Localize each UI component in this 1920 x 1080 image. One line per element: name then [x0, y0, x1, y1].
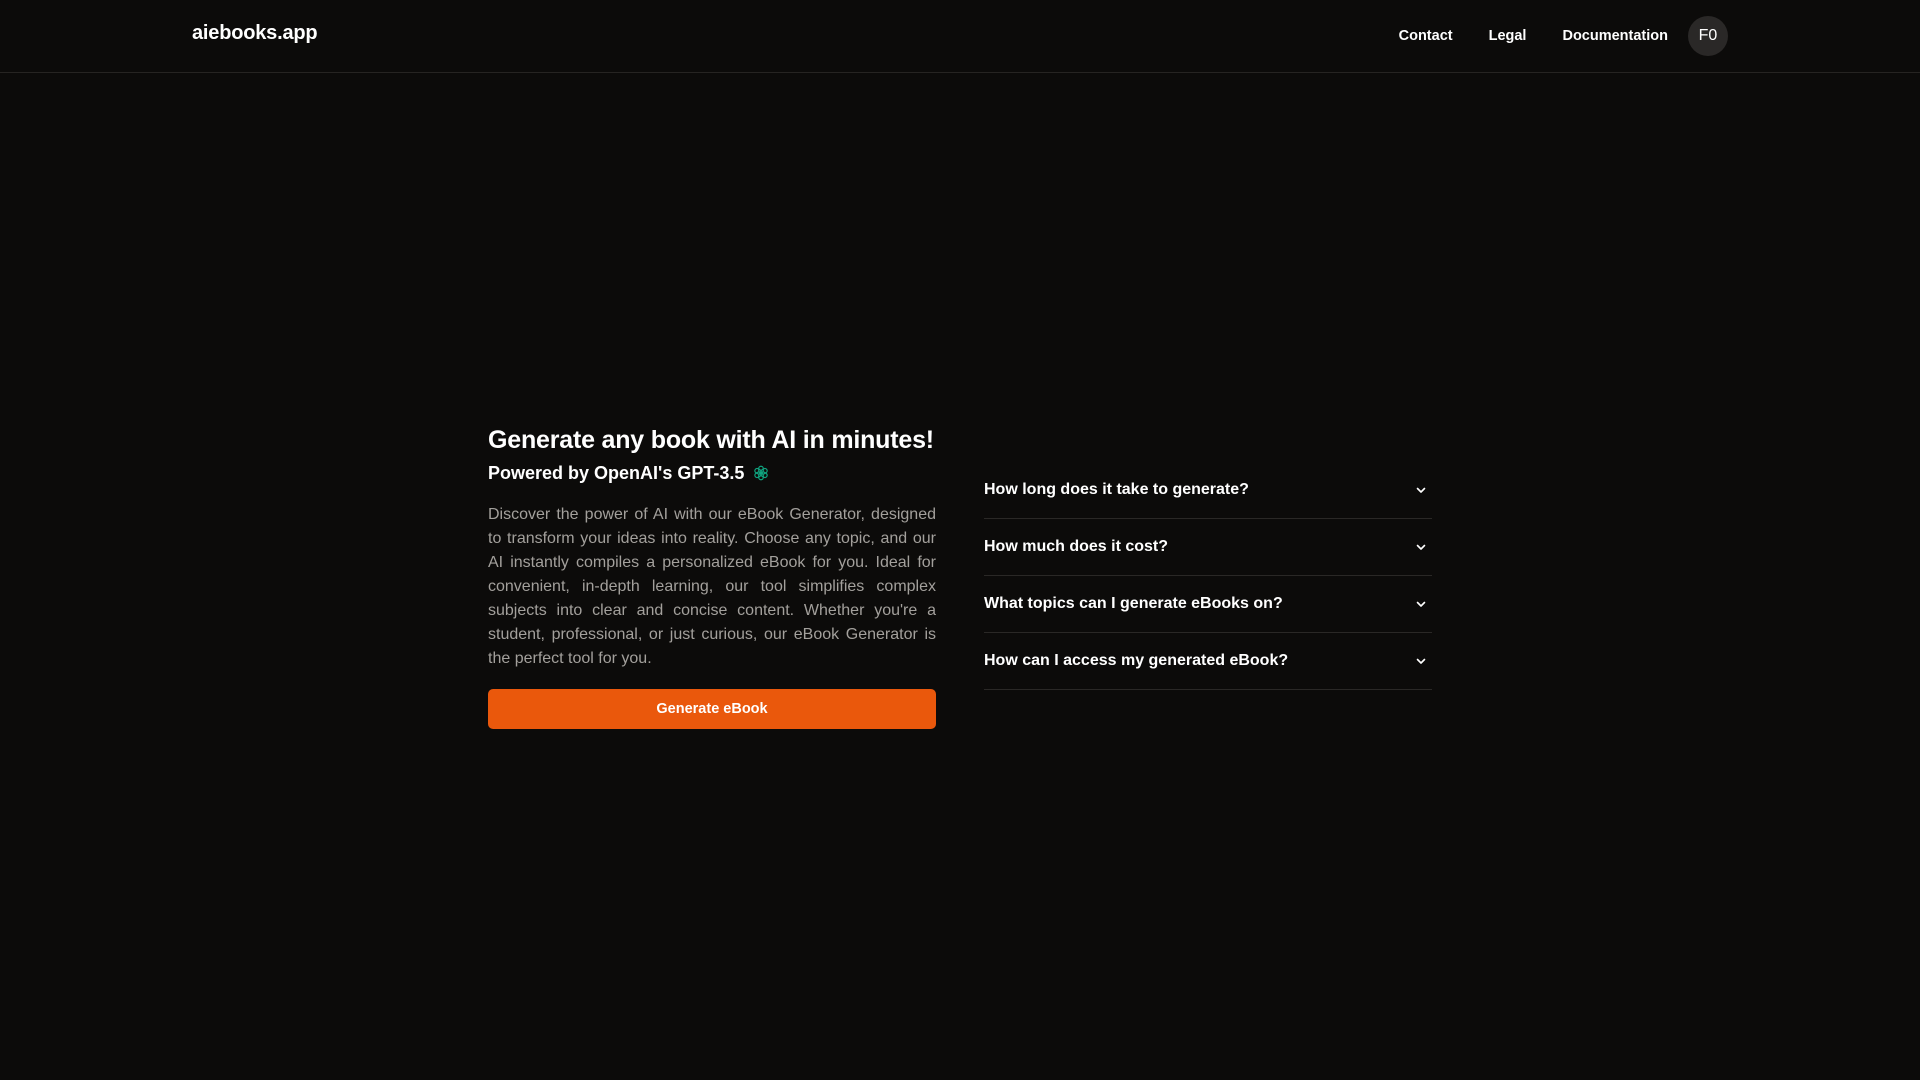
nav-legal-link[interactable]: Legal — [1489, 28, 1527, 44]
generate-ebook-button[interactable]: Generate eBook — [488, 689, 936, 729]
hero-subtitle-row: Powered by OpenAI's GPT-3.5 — [488, 461, 936, 485]
faq-item-cost[interactable]: How much does it cost? — [984, 519, 1432, 576]
user-avatar-button[interactable]: F0 — [1688, 16, 1728, 56]
chevron-down-icon — [1416, 487, 1426, 493]
top-nav: Contact Legal Documentation F0 — [1399, 16, 1728, 56]
faq-question: How much does it cost? — [984, 538, 1169, 555]
brand-logo-link[interactable]: aiebooks.app — [192, 22, 318, 45]
chevron-down-icon — [1416, 658, 1426, 664]
faq-accordion: How long does it take to generate? How m… — [984, 462, 1432, 690]
avatar-initials: F0 — [1698, 27, 1718, 44]
site-header: aiebooks.app Contact Legal Documentation… — [0, 0, 1920, 73]
nav-contact-link[interactable]: Contact — [1399, 28, 1453, 44]
hero-description: Discover the power of AI with our eBook … — [488, 506, 936, 667]
faq-question: How can I access my generated eBook? — [984, 652, 1289, 669]
nav-documentation-link[interactable]: Documentation — [1562, 28, 1668, 44]
openai-icon — [752, 464, 770, 482]
chevron-down-icon — [1416, 601, 1426, 607]
faq-item-generation-time[interactable]: How long does it take to generate? — [984, 462, 1432, 519]
chevron-down-icon — [1416, 544, 1426, 550]
faq-question: What topics can I generate eBooks on? — [984, 595, 1283, 612]
hero-title: Generate any book with AI in minutes! — [488, 426, 934, 454]
faq-item-topics[interactable]: What topics can I generate eBooks on? — [984, 576, 1432, 633]
hero-section: Generate any book with AI in minutes! Po… — [488, 424, 936, 729]
faq-question: How long does it take to generate? — [984, 481, 1249, 498]
hero-subtitle: Powered by OpenAI's GPT-3.5 — [488, 463, 745, 483]
faq-item-access[interactable]: How can I access my generated eBook? — [984, 633, 1432, 690]
